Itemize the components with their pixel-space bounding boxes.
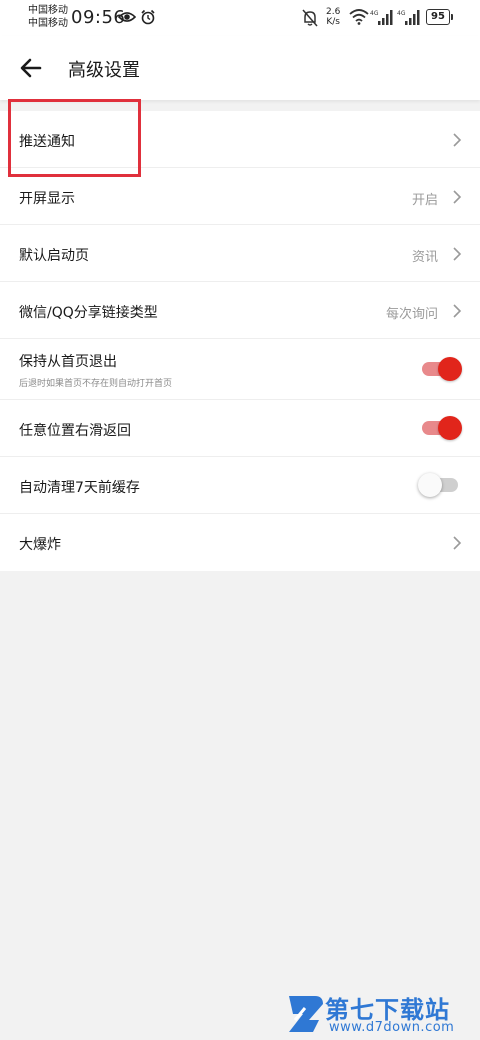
setting-description: 后退时如果首页不存在则自动打开首页	[19, 379, 173, 389]
setting-value: 每次询问	[385, 307, 438, 322]
chevron-right-icon	[453, 247, 462, 261]
setting-default-start-page[interactable]: 默认启动页 资讯	[0, 225, 480, 282]
setting-push-notification[interactable]: 推送通知	[0, 111, 480, 168]
setting-label: 保持从首页退出	[19, 354, 117, 370]
setting-label: 默认启动页	[19, 248, 89, 264]
back-arrow-icon[interactable]	[16, 54, 46, 82]
toggle-knob	[438, 416, 462, 440]
chevron-right-icon	[453, 133, 462, 147]
auto-clear-cache-toggle[interactable]	[418, 472, 460, 498]
app-header: 高级设置	[0, 36, 480, 100]
setting-label: 开屏显示	[19, 191, 75, 207]
chevron-right-icon	[453, 304, 462, 318]
wifi-icon	[349, 9, 369, 25]
carrier-1: 中国移动	[28, 5, 68, 16]
settings-list: 推送通知 开屏显示 开启 默认启动页 资讯 微信/QQ分享链接类型 每次询问 保…	[0, 111, 480, 571]
chevron-right-icon	[453, 536, 462, 550]
network-speed-unit: K/s	[326, 17, 340, 27]
setting-big-explosion[interactable]: 大爆炸	[0, 514, 480, 571]
watermark-logo-icon	[289, 996, 323, 1032]
setting-value: 开启	[411, 193, 438, 208]
page-title: 高级设置	[68, 60, 140, 81]
status-bar: 中国移动 中国移动 09:56 2.6 K/s 4G 4G 95	[0, 0, 480, 36]
svg-text:4G: 4G	[370, 10, 379, 17]
watermark-url: www.d7down.com	[329, 1020, 455, 1035]
toggle-knob	[418, 473, 442, 497]
signal-4g-icon-2: 4G	[397, 10, 420, 25]
setting-swipe-back: 任意位置右滑返回	[0, 400, 480, 457]
notification-muted-icon	[302, 9, 318, 27]
carrier-info: 中国移动 中国移动	[28, 4, 68, 30]
eye-icon	[118, 12, 136, 22]
setting-label: 大爆炸	[19, 537, 61, 553]
network-speed-value: 2.6	[326, 7, 341, 17]
setting-label: 微信/QQ分享链接类型	[19, 305, 158, 321]
watermark: 第七下载站 www.d7down.com	[285, 990, 475, 1036]
toggle-knob	[438, 357, 462, 381]
svg-text:4G: 4G	[397, 10, 406, 17]
alarm-icon	[141, 9, 155, 25]
setting-label: 自动清理7天前缓存	[19, 480, 140, 496]
setting-label: 任意位置右滑返回	[19, 423, 131, 439]
signal-4g-icon: 4G	[370, 10, 393, 25]
setting-wechat-qq-link-type[interactable]: 微信/QQ分享链接类型 每次询问	[0, 282, 480, 339]
network-speed: 2.6 K/s	[326, 7, 340, 27]
setting-label: 推送通知	[19, 134, 75, 150]
chevron-right-icon	[453, 190, 462, 204]
carrier-2: 中国移动	[28, 18, 68, 29]
setting-value: 资讯	[411, 250, 438, 265]
setting-splash-display[interactable]: 开屏显示 开启	[0, 168, 480, 225]
setting-auto-clear-cache: 自动清理7天前缓存	[0, 457, 480, 514]
exit-from-home-toggle[interactable]	[420, 356, 462, 382]
setting-exit-from-home: 保持从首页退出 后退时如果首页不存在则自动打开首页	[0, 339, 480, 400]
battery-indicator: 95	[426, 9, 453, 25]
swipe-back-toggle[interactable]	[420, 415, 462, 441]
